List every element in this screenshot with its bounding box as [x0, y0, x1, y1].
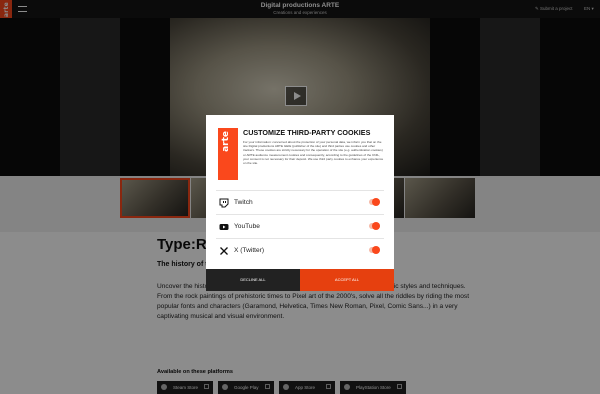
x-icon	[220, 247, 228, 255]
cookie-item-label: Twitch	[234, 199, 253, 206]
cookie-dialog-description: For your information: concerned about th…	[243, 140, 384, 166]
arte-logo: arte	[218, 128, 238, 180]
page: arte Digital productions ARTE Creations …	[0, 0, 600, 394]
x-twitter-toggle[interactable]	[369, 246, 380, 254]
cookie-item-youtube: YouTube	[216, 214, 384, 238]
cookie-item-twitch: Twitch	[216, 190, 384, 214]
twitch-toggle[interactable]	[369, 198, 380, 206]
youtube-toggle[interactable]	[369, 222, 380, 230]
cookie-item-label: YouTube	[234, 223, 260, 230]
cookie-item-x: X (Twitter)	[216, 238, 384, 262]
twitch-icon	[219, 198, 229, 208]
decline-all-button[interactable]: DECLINE ALL	[206, 269, 300, 291]
youtube-icon	[219, 224, 229, 230]
cookie-consent-dialog: arte CUSTOMIZE THIRD-PARTY COOKIES For y…	[206, 115, 394, 291]
logo-text: arte	[221, 131, 231, 152]
cookie-item-label: X (Twitter)	[234, 247, 265, 254]
accept-all-button[interactable]: ACCEPT ALL	[300, 269, 394, 291]
cookie-dialog-title: CUSTOMIZE THIRD-PARTY COOKIES	[243, 128, 371, 137]
